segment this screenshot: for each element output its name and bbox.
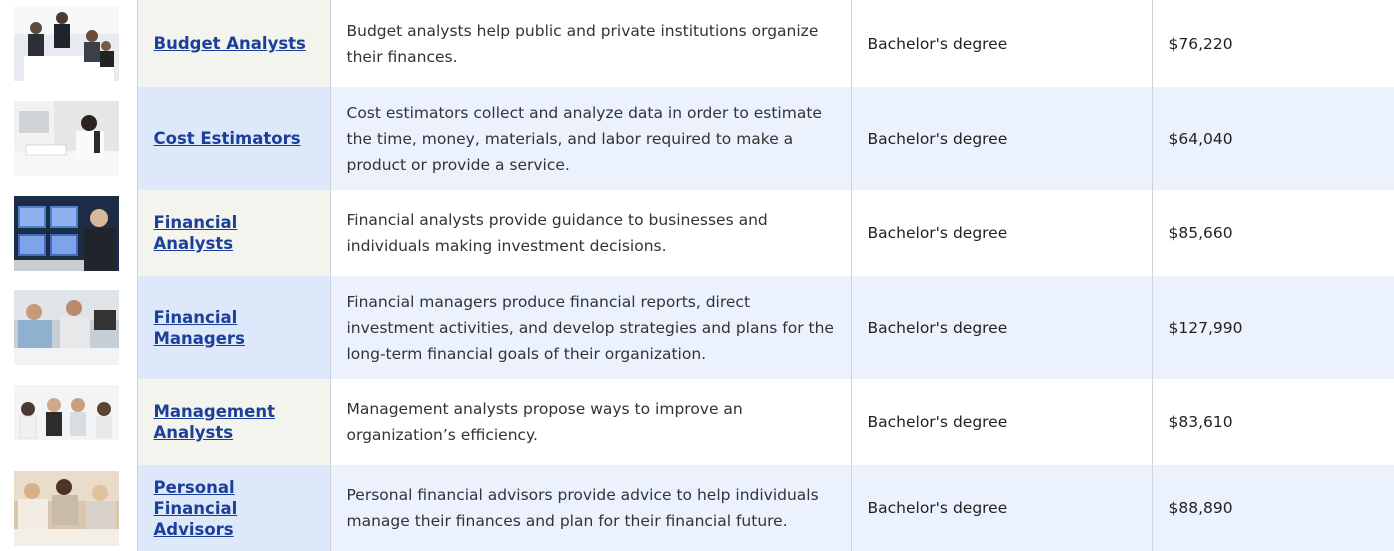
- advisor-clients-photo[interactable]: [14, 470, 119, 546]
- occupation-link[interactable]: Cost Estimators: [154, 128, 320, 149]
- entry-level-education: Bachelor's degree: [850, 379, 1152, 465]
- entry-level-education: Bachelor's degree: [850, 0, 1152, 87]
- photo-cell: [0, 465, 137, 551]
- team-meeting-photo[interactable]: [14, 384, 119, 460]
- median-pay: $64,040: [1151, 87, 1394, 190]
- occupation-title-cell: Cost Estimators: [136, 87, 330, 190]
- office-meeting-photo[interactable]: [14, 6, 119, 81]
- occupation-link[interactable]: Budget Analysts: [154, 33, 320, 54]
- table-row: Budget Analysts Budget analysts help pub…: [0, 0, 1394, 87]
- occupation-title-cell: Management Analysts: [136, 379, 330, 465]
- occupation-description: Management analysts propose ways to impr…: [329, 379, 851, 465]
- photo-cell: [0, 190, 137, 276]
- table-row: Cost Estimators Cost estimators collect …: [0, 87, 1394, 190]
- table-row: Financial Managers Financial managers pr…: [0, 276, 1394, 379]
- table-row: Personal Financial Advisors Personal fin…: [0, 465, 1394, 551]
- median-pay: $88,890: [1151, 465, 1394, 551]
- occupation-description: Financial managers produce financial rep…: [329, 276, 851, 379]
- occupation-title-cell: Financial Managers: [136, 276, 330, 379]
- table-row: Financial Analysts Financial analysts pr…: [0, 190, 1394, 276]
- occupation-description: Financial analysts provide guidance to b…: [329, 190, 851, 276]
- occupations-table: Budget Analysts Budget analysts help pub…: [0, 0, 1394, 551]
- photo-cell: [0, 0, 137, 87]
- desk-worker-photo[interactable]: [14, 101, 119, 176]
- photo-cell: [0, 87, 137, 190]
- entry-level-education: Bachelor's degree: [850, 276, 1152, 379]
- occupation-link[interactable]: Personal Financial Advisors: [154, 477, 320, 540]
- table-row: Management Analysts Management analysts …: [0, 379, 1394, 465]
- entry-level-education: Bachelor's degree: [850, 87, 1152, 190]
- occupation-description: Personal financial advisors provide advi…: [329, 465, 851, 551]
- trading-screens-photo[interactable]: [14, 195, 119, 271]
- median-pay: $127,990: [1151, 276, 1394, 379]
- occupation-link[interactable]: Management Analysts: [154, 401, 320, 443]
- occupation-title-cell: Personal Financial Advisors: [136, 465, 330, 551]
- photo-cell: [0, 276, 137, 379]
- occupation-title-cell: Financial Analysts: [136, 190, 330, 276]
- median-pay: $83,610: [1151, 379, 1394, 465]
- occupation-description: Budget analysts help public and private …: [329, 0, 851, 87]
- occupation-title-cell: Budget Analysts: [136, 0, 330, 87]
- median-pay: $85,660: [1151, 190, 1394, 276]
- occupation-description: Cost estimators collect and analyze data…: [329, 87, 851, 190]
- entry-level-education: Bachelor's degree: [850, 465, 1152, 551]
- entry-level-education: Bachelor's degree: [850, 190, 1152, 276]
- occupation-link[interactable]: Financial Analysts: [154, 212, 320, 254]
- occupation-link[interactable]: Financial Managers: [154, 307, 320, 349]
- manager-discussion-photo[interactable]: [14, 290, 119, 365]
- median-pay: $76,220: [1151, 0, 1394, 87]
- photo-cell: [0, 379, 137, 465]
